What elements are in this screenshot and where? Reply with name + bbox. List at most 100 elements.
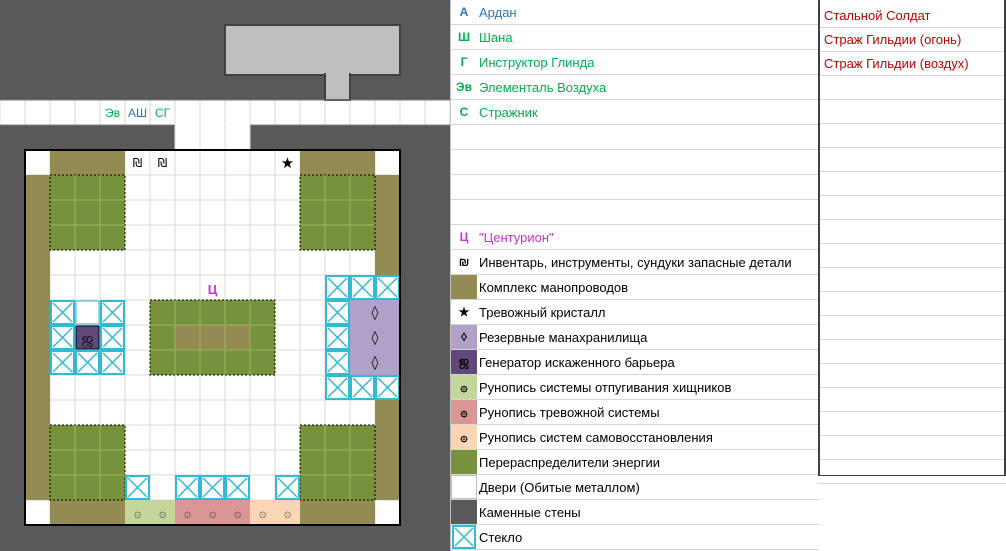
glass-cell xyxy=(325,350,350,375)
legend-row: ஜ Генератор искаженного барьера xyxy=(451,350,819,375)
legend-row: Каменные стены xyxy=(451,500,819,525)
legend-label: Резервные манахранилища xyxy=(479,329,648,345)
glass-cell xyxy=(75,350,100,375)
enemy-label: Страж Гильдии (воздух) xyxy=(824,56,969,71)
glass-cell xyxy=(50,350,75,375)
legend-label: Перераспределители энергии xyxy=(479,454,661,470)
rune-icon: ۞ xyxy=(451,425,477,449)
upper-room-joint xyxy=(326,72,349,76)
glass-cell xyxy=(100,325,125,350)
centurion-marker: Ц xyxy=(208,282,218,297)
ardan-shana-marker: АШ xyxy=(128,106,147,120)
conduit-block xyxy=(300,500,375,525)
star-icon: ★ xyxy=(458,305,470,319)
glass-cell xyxy=(375,275,400,300)
legend-row: Г Инструктор Глинда xyxy=(451,50,819,75)
conduit-block xyxy=(50,150,125,175)
rune-icon: ۞ xyxy=(134,506,142,521)
enemy-label: Стальной Солдат xyxy=(824,8,931,23)
upper-room-passage xyxy=(324,73,351,101)
energy-redistributor xyxy=(299,174,376,251)
legend-row: ۞ Рунопись систем самовосстановления xyxy=(451,425,819,450)
legend-row: Комплекс манопроводов xyxy=(451,275,819,300)
air-elemental-marker: Эв xyxy=(105,106,120,120)
enemy-row xyxy=(818,100,1006,124)
legend-label: Элементаль Воздуха xyxy=(479,79,607,95)
barrier-icon: ஜ xyxy=(451,350,477,374)
glass-cell xyxy=(375,375,400,400)
legend-row: Перераспределители энергии xyxy=(451,450,819,475)
inventory-icon: ₪ xyxy=(158,156,167,170)
enemy-panel-border-bottom xyxy=(818,475,1006,476)
enemy-row xyxy=(818,292,1006,316)
enemy-row xyxy=(818,172,1006,196)
enemy-row xyxy=(818,364,1006,388)
glass-cell xyxy=(50,300,75,325)
legend-label: Рунопись тревожной системы xyxy=(479,404,660,420)
glass-cell xyxy=(200,475,225,500)
legend-row: ₪ Инвентарь, инструменты, сундуки запасны… xyxy=(451,250,819,275)
legend-symbol: Ш xyxy=(457,30,471,44)
legend-row: ★ Тревожный кристалл xyxy=(451,300,819,325)
legend-symbol xyxy=(451,175,477,199)
legend-row: С Стражник xyxy=(451,100,819,125)
legend-row xyxy=(451,125,819,150)
energy-redistributor xyxy=(299,424,376,501)
conduit-block xyxy=(375,400,400,500)
legend-symbol: Эв xyxy=(456,80,472,94)
inventory-icon: ₪ xyxy=(458,255,470,269)
glass-cell xyxy=(50,325,75,350)
legend-row: ۞ Рунопись тревожной системы xyxy=(451,400,819,425)
enemy-row xyxy=(818,340,1006,364)
enemy-panel: Стальной Солдат Страж Гильдии (огонь) Стра… xyxy=(818,0,1006,551)
rune-icon: ۞ xyxy=(284,506,292,521)
glass-cell xyxy=(175,475,200,500)
legend-label: Двери (Обитые металлом) xyxy=(479,479,640,495)
enemy-row xyxy=(818,148,1006,172)
energy-redistributor xyxy=(49,174,126,251)
enemy-row: Страж Гильдии (воздух) xyxy=(818,52,1006,76)
enemy-row xyxy=(818,76,1006,100)
enemy-row xyxy=(818,460,1006,484)
rune-icon: ۞ xyxy=(184,506,192,521)
upper-room xyxy=(224,24,401,76)
legend-row xyxy=(451,150,819,175)
legend-row: Эв Элементаль Воздуха xyxy=(451,75,819,100)
enemy-row xyxy=(818,316,1006,340)
castle-map: ஜ ◊ ◊ ◊ ۞ ۞ ۞ ۞ ۞ ۞ ۞ ₪ ₪ ★ Эв АШ СГ Ц xyxy=(0,0,450,551)
legend-symbol xyxy=(451,275,477,299)
diamond-icon: ◊ xyxy=(372,355,379,371)
legend-row: Ц "Центурион" xyxy=(451,225,819,250)
rune-icon: ۞ xyxy=(451,400,477,424)
legend-label: Ардан xyxy=(479,4,517,20)
legend-symbol xyxy=(451,200,477,224)
enemy-row xyxy=(818,268,1006,292)
conduit-block xyxy=(375,175,400,275)
legend-label: "Центурион" xyxy=(479,229,554,245)
enemy-row xyxy=(818,124,1006,148)
diamond-icon: ◊ xyxy=(372,305,379,321)
enemy-row xyxy=(818,436,1006,460)
legend-symbol xyxy=(451,150,477,174)
diamond-icon: ◊ xyxy=(372,330,379,346)
legend-symbol: Ц xyxy=(459,230,469,244)
rune-icon: ۞ xyxy=(259,506,267,521)
legend-label: Шана xyxy=(479,29,513,45)
enemy-row xyxy=(818,412,1006,436)
enemy-row: Стальной Солдат xyxy=(818,4,1006,28)
inventory-icon: ₪ xyxy=(133,156,142,170)
enemy-row xyxy=(818,388,1006,412)
rune-icon: ۞ xyxy=(209,506,217,521)
barrier-icon: ஜ xyxy=(82,331,94,348)
glass-cell xyxy=(100,300,125,325)
glass-cell xyxy=(100,350,125,375)
legend-row: А Ардан xyxy=(451,0,819,25)
conduit-block xyxy=(25,175,50,500)
legend-row: Стекло xyxy=(451,525,819,550)
legend-symbol: Г xyxy=(460,55,468,69)
enemy-row xyxy=(818,244,1006,268)
glass-cell xyxy=(325,300,350,325)
glass-cell xyxy=(350,275,375,300)
legend-symbol xyxy=(451,475,477,499)
glass-cell xyxy=(325,375,350,400)
